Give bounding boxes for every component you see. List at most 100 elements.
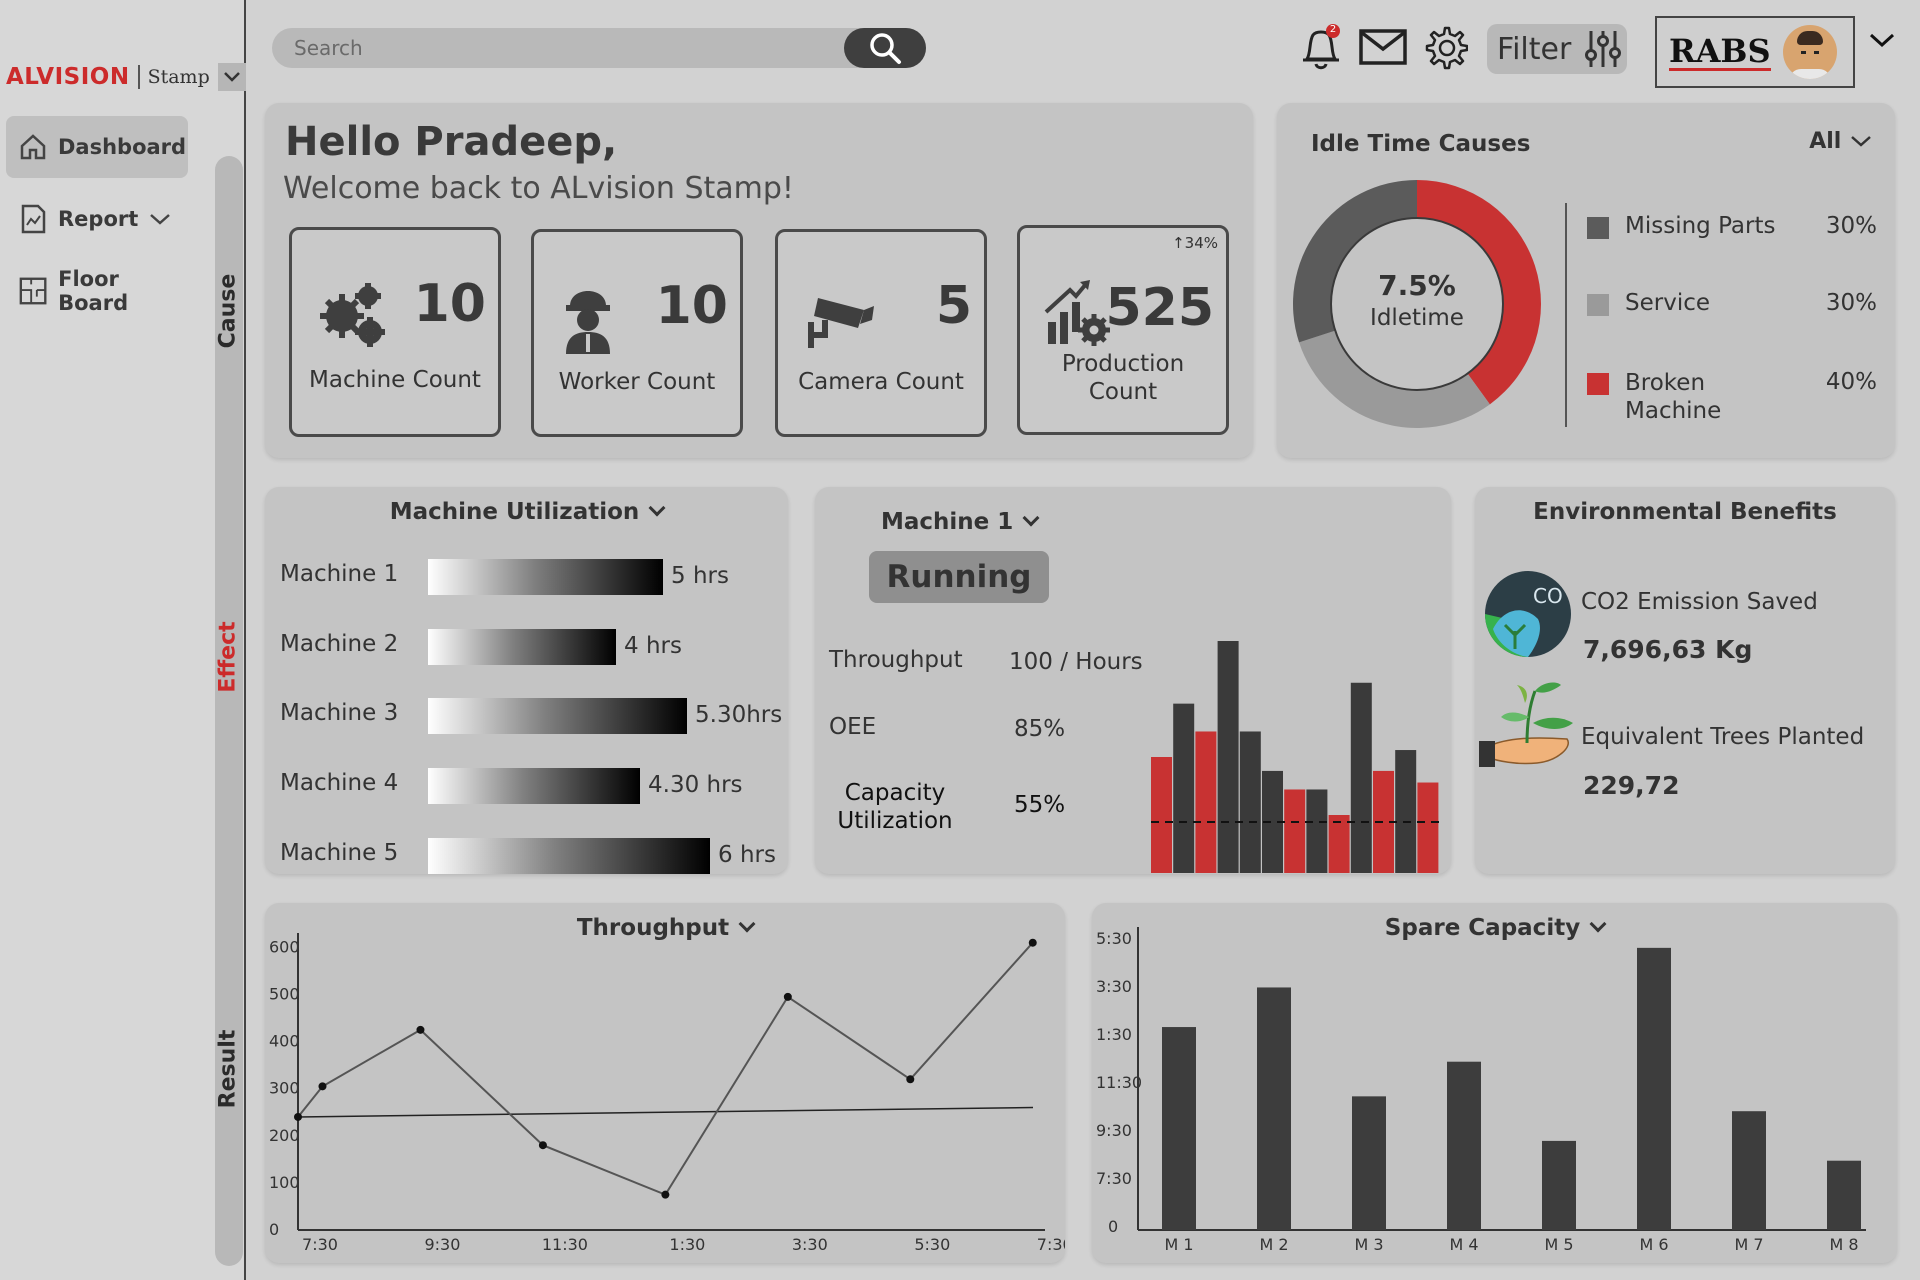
- bar: [1447, 1061, 1481, 1230]
- machine-name: Machine 5: [280, 840, 399, 866]
- x-tick-label: M 2: [1259, 1235, 1288, 1254]
- app-logo[interactable]: ALVISION Stamp: [6, 60, 246, 94]
- metric-label: Throughput: [829, 647, 963, 673]
- utilization-title-text: Machine Utilization: [389, 499, 640, 525]
- stat-card-machines[interactable]: 10 Machine Count: [289, 227, 501, 437]
- utilization-row: Machine 1 5 hrs: [280, 555, 780, 595]
- x-tick-label: M 4: [1449, 1235, 1478, 1254]
- camera-icon: [808, 298, 874, 348]
- welcome-subtitle: Welcome back to ALvision Stamp!: [283, 171, 794, 206]
- co2-icon: CO: [1485, 571, 1571, 657]
- mini-bar: [1195, 731, 1217, 873]
- mini-bar: [1151, 757, 1172, 873]
- legend-label: Missing Parts: [1625, 213, 1776, 239]
- utilization-value: 4 hrs: [624, 633, 682, 659]
- company-logo: RABS: [1669, 31, 1771, 71]
- stat-card-production[interactable]: ↑34% 525 Production Count: [1017, 225, 1229, 435]
- arrow-up-icon: ↑: [1172, 234, 1185, 252]
- legend-label: Broken Machine: [1625, 370, 1722, 424]
- logo-product: Stamp: [147, 66, 210, 88]
- x-tick-label: 9:30: [424, 1235, 460, 1254]
- y-tick-label: 0: [1108, 1217, 1118, 1236]
- legend-item-service: Service 30%: [1587, 290, 1877, 316]
- search-button[interactable]: [844, 28, 926, 68]
- production-trend: ↑34%: [1172, 234, 1218, 252]
- x-tick-label: M 6: [1639, 1235, 1668, 1254]
- x-tick-label: M 7: [1734, 1235, 1763, 1254]
- stat-card-cameras[interactable]: 5 Camera Count: [775, 229, 987, 437]
- machine-detail-card: Machine 1 Running Throughput 100 / Hours…: [815, 487, 1451, 874]
- data-point: [416, 1025, 425, 1034]
- utilization-bar: [428, 768, 640, 804]
- profile-menu-chevron-icon[interactable]: [1868, 32, 1896, 54]
- sidebar-item-label: Dashboard: [58, 135, 187, 159]
- x-tick-label: 5:30: [914, 1235, 950, 1254]
- metric-value: 55%: [1014, 792, 1066, 818]
- idle-center-label: Idletime: [1370, 305, 1464, 331]
- idle-title: Idle Time Causes: [1311, 131, 1531, 157]
- search-input[interactable]: [294, 34, 854, 62]
- mini-bar: [1217, 641, 1239, 873]
- y-tick-label: 7:30: [1096, 1169, 1132, 1188]
- x-tick-label: M 3: [1354, 1235, 1383, 1254]
- utilization-value: 6 hrs: [718, 842, 776, 868]
- sidebar-item-floor-board[interactable]: Floor Board: [6, 260, 188, 322]
- y-tick-label: 500: [269, 985, 300, 1004]
- app-switcher-chevron-icon[interactable]: [217, 63, 246, 91]
- utilization-row: Machine 2 4 hrs: [280, 625, 780, 665]
- machine-name: Machine 4: [280, 770, 399, 796]
- bar: [1542, 1140, 1576, 1230]
- mini-bar: [1284, 789, 1306, 873]
- utilization-value: 4.30 hrs: [648, 772, 743, 798]
- metric-value: 100 / Hours: [1009, 649, 1143, 675]
- sidebar-item-report[interactable]: Report: [6, 188, 188, 250]
- settings-button[interactable]: [1420, 20, 1470, 74]
- stat-label: Machine Count: [309, 367, 481, 393]
- rail-label-result: Result: [215, 1029, 241, 1109]
- machine-selector[interactable]: Machine 1: [881, 509, 1040, 535]
- gears-icon: [320, 283, 385, 347]
- utilization-value: 5 hrs: [671, 563, 729, 589]
- sidebar: ALVISION Stamp Dashboard Report Floor Bo…: [0, 0, 246, 1280]
- benefit-value: 7,696,63 Kg: [1583, 635, 1753, 664]
- svg-text:CO: CO: [1533, 584, 1563, 608]
- profile-card[interactable]: RABS: [1655, 16, 1855, 88]
- logo-divider: [137, 65, 140, 89]
- mini-bar: [1239, 731, 1261, 873]
- y-tick-label: 300: [269, 1079, 300, 1098]
- notifications-button[interactable]: 2: [1296, 20, 1346, 74]
- y-tick-label: 1:30: [1096, 1025, 1132, 1044]
- spare-capacity-bar-chart: 0 7:30 9:30 11:30 1:30 3:30 5:30 M 1 M 2 M 3 M 4 M …: [1096, 927, 1866, 1254]
- utilization-bar: [428, 838, 710, 874]
- mini-bar: [1350, 682, 1372, 873]
- notification-count-badge: 2: [1329, 24, 1337, 35]
- rail-label-effect: Effect: [215, 621, 241, 693]
- floor-plan-icon: [19, 277, 47, 305]
- legend-divider: [1565, 203, 1567, 427]
- idle-center-value: 7.5%: [1378, 269, 1456, 302]
- avatar[interactable]: [1782, 25, 1837, 79]
- legend-swatch: [1587, 373, 1609, 395]
- stat-card-workers[interactable]: 10 Worker Count: [531, 229, 743, 437]
- filter-button[interactable]: Filter: [1487, 24, 1627, 74]
- machine-name: Machine 1: [280, 561, 399, 587]
- y-tick-label: 400: [269, 1032, 300, 1051]
- utilization-row: Machine 4 4.30 hrs: [280, 764, 780, 804]
- idle-filter-value: All: [1809, 129, 1842, 154]
- machine-selector-text: Machine 1: [881, 509, 1014, 535]
- messages-button[interactable]: [1358, 20, 1408, 74]
- sidebar-item-dashboard[interactable]: Dashboard: [6, 116, 188, 178]
- legend-value: 40%: [1825, 369, 1877, 395]
- legend-item-missing-parts: Missing Parts 30%: [1587, 213, 1877, 239]
- idle-filter-dropdown[interactable]: All: [1809, 129, 1873, 154]
- machine-name: Machine 3: [280, 700, 399, 726]
- utilization-bar: [428, 698, 687, 734]
- data-point: [294, 1112, 302, 1121]
- metric-label: Capacity Utilization: [837, 780, 953, 834]
- stat-value: 10: [413, 274, 486, 334]
- bar: [1257, 987, 1291, 1230]
- y-tick-label: 9:30: [1096, 1121, 1132, 1140]
- bar: [1637, 947, 1671, 1230]
- bar: [1162, 1027, 1196, 1230]
- utilization-title[interactable]: Machine Utilization: [265, 499, 788, 525]
